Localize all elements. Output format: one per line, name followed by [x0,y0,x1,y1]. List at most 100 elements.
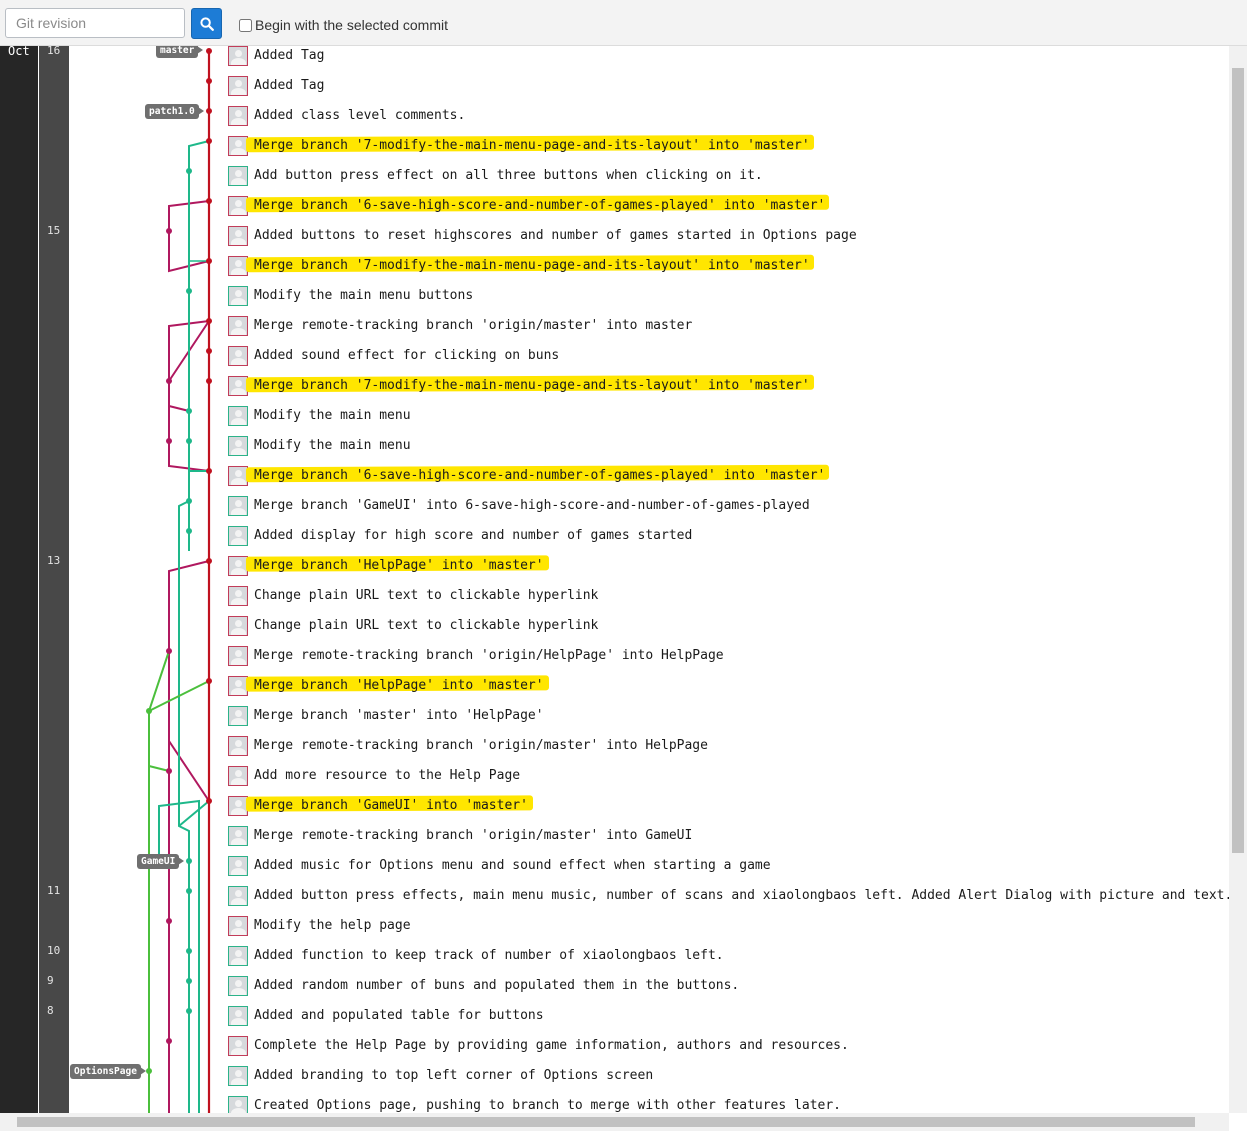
commit-row[interactable]: Modify the main menu [228,406,1228,441]
author-avatar [228,826,248,846]
commit-message: Modify the main menu [254,438,411,453]
commit-message: Added buttons to reset highscores and nu… [254,228,857,243]
commit-message: Added Tag [254,48,325,63]
commit-row[interactable]: Added Tag [228,46,1228,81]
horizontal-scroll-thumb[interactable] [17,1117,1195,1127]
commit-message: Merge remote-tracking branch 'origin/Hel… [254,648,724,663]
begin-with-selected-commit-checkbox[interactable] [239,18,252,32]
commit-message: Merge remote-tracking branch 'origin/mas… [254,738,708,753]
commit-message: Merge branch 'HelpPage' into 'master' [254,558,544,573]
commit-message: Modify the main menu [254,408,411,423]
revision-graph[interactable]: Oct 16 15 13 11 10 9 8 master patch1.0 G… [0,46,1229,1113]
commit-row[interactable]: Added Tag [228,76,1228,111]
commit-row[interactable]: Merge remote-tracking branch 'origin/mas… [228,316,1228,351]
commit-row[interactable]: Added branding to top left corner of Opt… [228,1066,1228,1101]
commit-message: Added random number of buns and populate… [254,978,740,993]
commit-message: Merge branch '7-modify-the-main-menu-pag… [254,378,810,393]
author-avatar [228,1066,248,1086]
commit-message: Modify the help page [254,918,411,933]
commit-row[interactable]: Merge branch '6-save-high-score-and-numb… [228,464,1228,501]
author-avatar [228,946,248,966]
commit-message: Merge branch 'master' into 'HelpPage' [254,708,544,723]
commit-message: Added Tag [254,78,325,93]
commit-message: Add button press effect on all three but… [254,168,763,183]
git-revision-input[interactable] [5,8,185,38]
ref-label-master[interactable]: master [156,46,204,58]
commit-message: Added function to keep track of number o… [254,948,724,963]
commit-message: Modify the main menu buttons [254,288,474,303]
commit-message: Change plain URL text to clickable hyper… [254,588,599,603]
search-button[interactable] [191,8,222,39]
begin-with-selected-commit[interactable]: Begin with the selected commit [239,16,448,34]
author-avatar [228,1036,248,1056]
commit-message: Merge remote-tracking branch 'origin/mas… [254,318,693,333]
commit-message: Merge branch 'HelpPage' into 'master' [254,678,544,693]
author-avatar [228,916,248,936]
vertical-scrollbar[interactable] [1229,46,1247,1113]
commit-message: Added button press effects, main menu mu… [254,888,1229,903]
commit-row[interactable]: Complete the Help Page by providing game… [228,1036,1228,1071]
commit-row[interactable]: Merge branch 'HelpPage' into 'master' [228,675,1228,711]
author-avatar [228,496,248,516]
author-avatar [228,346,248,366]
commit-message: Add more resource to the Help Page [254,768,521,783]
commit-row[interactable]: Added function to keep track of number o… [228,946,1228,981]
author-avatar [228,166,248,186]
commit-row[interactable]: Merge branch 'HelpPage' into 'master' [228,555,1228,591]
commit-row[interactable]: Added music for Options menu and sound e… [228,856,1228,891]
search-icon [200,17,214,31]
commit-row[interactable]: Added button press effects, main menu mu… [228,886,1229,921]
author-avatar [228,226,248,246]
author-avatar [228,616,248,636]
commit-message: Merge branch 'GameUI' into 'master' [254,798,528,813]
commit-message: Merge branch '7-modify-the-main-menu-pag… [254,258,810,273]
commit-message: Merge branch '6-save-high-score-and-numb… [254,468,826,483]
author-avatar [228,886,248,906]
commit-message: Created Options page, pushing to branch … [254,1098,841,1113]
commit-row[interactable]: Modify the main menu buttons [228,286,1228,321]
commit-row[interactable]: Change plain URL text to clickable hyper… [228,586,1228,621]
author-avatar [228,106,248,126]
commit-message: Merge branch 'GameUI' into 6-save-high-s… [254,498,810,513]
vertical-scroll-thumb[interactable] [1232,68,1244,853]
branch-graph [146,48,212,1113]
commit-message: Added and populated table for buttons [254,1008,544,1023]
commit-row[interactable]: Merge remote-tracking branch 'origin/mas… [228,736,1228,771]
commit-message: Added class level comments. [254,108,466,123]
commit-row[interactable]: Added random number of buns and populate… [228,976,1228,1011]
commit-row[interactable]: Merge branch '7-modify-the-main-menu-pag… [228,374,1228,411]
commit-message: Added branding to top left corner of Opt… [254,1068,654,1083]
commit-row[interactable]: Merge branch 'GameUI' into 6-save-high-s… [228,496,1228,531]
commit-message: Merge branch '6-save-high-score-and-numb… [254,198,826,213]
author-avatar [228,436,248,456]
commit-row[interactable]: Merge branch '7-modify-the-main-menu-pag… [228,134,1228,171]
author-avatar [228,586,248,606]
author-avatar [228,76,248,96]
author-avatar [228,46,248,66]
author-avatar [228,706,248,726]
commit-row[interactable]: Modify the help page [228,916,1228,951]
begin-with-selected-commit-label: Begin with the selected commit [255,17,448,33]
ref-label-patch1[interactable]: patch1.0 [145,104,204,119]
commit-row[interactable]: Merge branch '7-modify-the-main-menu-pag… [228,254,1228,291]
commit-row[interactable]: Merge remote-tracking branch 'origin/mas… [228,826,1228,861]
commit-row[interactable]: Added and populated table for buttons [228,1006,1228,1041]
commit-message: Added music for Options menu and sound e… [254,858,771,873]
author-avatar [228,1096,248,1113]
ref-label-gameui[interactable]: GameUI [137,854,185,869]
commit-message: Merge remote-tracking branch 'origin/mas… [254,828,693,843]
author-avatar [228,856,248,876]
author-avatar [228,526,248,546]
ref-label-optionspage[interactable]: OptionsPage [70,1064,146,1079]
horizontal-scrollbar[interactable] [0,1113,1229,1131]
commit-message: Added display for high score and number … [254,528,693,543]
commit-row[interactable]: Change plain URL text to clickable hyper… [228,616,1228,651]
author-avatar [228,646,248,666]
commit-row[interactable]: Merge branch '6-save-high-score-and-numb… [228,194,1228,231]
commit-row[interactable]: Merge branch 'master' into 'HelpPage' [228,706,1228,741]
author-avatar [228,1006,248,1026]
commit-row[interactable]: Merge branch 'GameUI' into 'master' [228,795,1228,831]
toolbar: Begin with the selected commit [0,0,1247,46]
commit-message: Added sound effect for clicking on buns [254,348,560,363]
commit-row[interactable]: Created Options page, pushing to branch … [228,1096,1228,1113]
